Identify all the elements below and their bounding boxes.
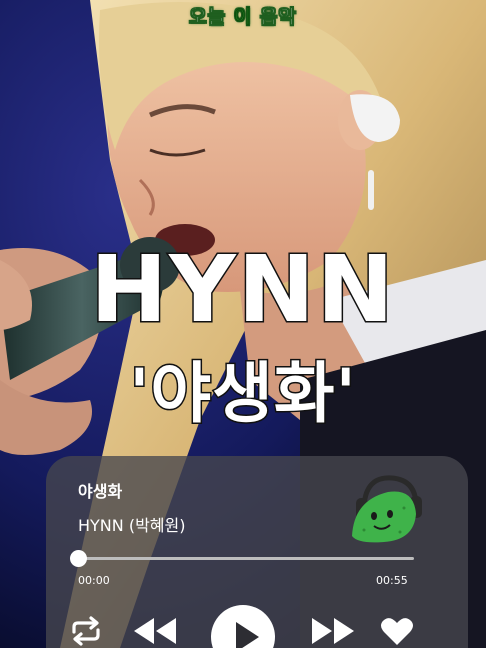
like-button[interactable] [380, 616, 414, 646]
music-player-card: 야생화 HYNN (박혜원) 00:00 00:55 [46, 456, 468, 648]
player-song-title: 야생화 [78, 482, 123, 501]
player-artist-name: HYNN (박혜원) [78, 516, 186, 535]
previous-icon [134, 618, 176, 644]
current-time: 00:00 [78, 574, 110, 587]
heart-icon [381, 618, 413, 645]
next-icon [312, 618, 354, 644]
cucumber-character-headphones-icon [352, 475, 422, 543]
overlay-song-title: '야생화' [128, 354, 358, 434]
play-icon [211, 605, 275, 648]
progress-bar[interactable] [70, 550, 414, 567]
repeat-button[interactable] [68, 616, 104, 646]
overlay-artist-title: HYNN [89, 235, 396, 345]
channel-logo: 오늘 이 음악 [0, 2, 486, 29]
channel-logo-part1: 오늘 [189, 6, 227, 29]
progress-knob[interactable] [70, 550, 87, 567]
channel-logo-part2: 이 [233, 6, 253, 29]
total-time: 00:55 [376, 574, 408, 587]
repeat-icon [72, 616, 100, 646]
play-button[interactable] [210, 604, 276, 648]
channel-logo-part3: 음악 [259, 6, 297, 29]
next-button[interactable] [310, 614, 356, 648]
previous-button[interactable] [132, 614, 178, 648]
